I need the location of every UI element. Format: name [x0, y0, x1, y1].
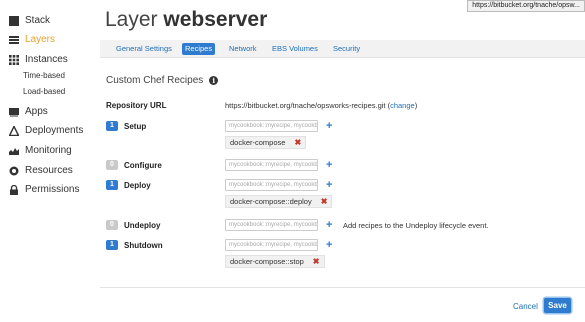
cancel-button[interactable]: Cancel	[513, 302, 538, 311]
sidebar-item-layers[interactable]: Layers	[8, 34, 55, 45]
save-button[interactable]: Save	[544, 298, 571, 313]
remove-recipe-icon[interactable]: ✖	[321, 195, 328, 208]
sidebar-item-label: Monitoring	[25, 145, 72, 156]
repository-url-close-paren: )	[414, 101, 418, 110]
sidebar-item-label: Resources	[25, 165, 73, 176]
tab-bar: General Settings Recipes Network EBS Vol…	[100, 40, 585, 58]
deploy-recipe-chip: docker-compose::deploy ✖	[225, 195, 333, 208]
layers-icon	[8, 34, 19, 45]
setup-recipe-chip: docker-compose ✖	[225, 136, 307, 149]
info-icon[interactable]: i	[209, 76, 219, 85]
chip-label: docker-compose::deploy	[230, 197, 312, 206]
setup-add-recipe-icon[interactable]: +	[326, 121, 332, 132]
tab-recipes[interactable]: Recipes	[182, 43, 216, 55]
setup-label: Setup	[124, 122, 147, 131]
undeploy-label: Undeploy	[124, 221, 161, 230]
section-title-text: Custom Chef Recipes	[106, 75, 204, 86]
configure-recipe-input[interactable]: mycookbook::myrecipe, mycookbook	[225, 159, 318, 171]
change-repo-link[interactable]: change	[390, 101, 415, 110]
sidebar-item-instances[interactable]: Instances	[8, 54, 68, 65]
tab-security[interactable]: Security	[330, 43, 363, 55]
undeploy-add-recipe-icon[interactable]: +	[326, 220, 332, 231]
monitoring-icon	[8, 145, 19, 156]
tab-general-settings[interactable]: General Settings	[113, 43, 175, 55]
deploy-label: Deploy	[124, 181, 151, 190]
permissions-icon	[8, 184, 19, 195]
sidebar: Stack Layers Instances Time-based Load-b…	[0, 0, 92, 322]
sidebar-item-stack[interactable]: Stack	[8, 15, 50, 26]
sidebar-item-label: Permissions	[25, 184, 80, 195]
sidebar-item-monitoring[interactable]: Monitoring	[8, 145, 72, 156]
deploy-recipe-input[interactable]: mycookbook::myrecipe, mycookbook	[225, 179, 318, 191]
section-title: Custom Chef Recipes i	[106, 75, 219, 86]
shutdown-add-recipe-icon[interactable]: +	[326, 240, 332, 251]
resources-icon	[8, 165, 19, 176]
url-tooltip: https://bitbucket.org/tnache/opsw...	[467, 0, 585, 12]
undeploy-recipe-input[interactable]: mycookbook::myrecipe, mycookbook	[225, 219, 318, 231]
tab-network[interactable]: Network	[226, 43, 260, 55]
page-title-prefix: Layer	[105, 8, 158, 31]
setup-recipe-input[interactable]: mycookbook::myrecipe, mycookbook	[225, 120, 318, 132]
sidebar-subitem-time-based[interactable]: Time-based	[23, 71, 65, 80]
sidebar-subitem-load-based[interactable]: Load-based	[23, 87, 65, 96]
repository-url-text: https://bitbucket.org/tnache/opsworks-re…	[225, 101, 386, 110]
shutdown-recipe-input[interactable]: mycookbook::myrecipe, mycookbook	[225, 239, 318, 251]
page-title-name: webserver	[163, 8, 268, 31]
configure-recipe-count-badge: 0	[106, 160, 118, 170]
configure-add-recipe-icon[interactable]: +	[326, 160, 332, 171]
sidebar-item-label: Instances	[25, 54, 68, 65]
chip-label: docker-compose::stop	[230, 257, 304, 266]
shutdown-recipe-count-badge: 1	[106, 240, 118, 250]
configure-label: Configure	[124, 161, 162, 170]
footer-divider	[100, 287, 585, 288]
sidebar-item-resources[interactable]: Resources	[8, 165, 73, 176]
shutdown-recipe-chip: docker-compose::stop ✖	[225, 255, 325, 268]
sidebar-item-deployments[interactable]: Deployments	[8, 125, 83, 136]
sidebar-item-label: Layers	[25, 34, 56, 45]
deploy-recipe-count-badge: 1	[106, 180, 118, 190]
repository-url-label: Repository URL	[106, 101, 167, 110]
sidebar-item-label: Deployments	[25, 125, 84, 136]
undeploy-hint: Add recipes to the Undeploy lifecycle ev…	[343, 221, 489, 230]
page-title: Layer webserver	[105, 8, 267, 32]
deployments-icon	[8, 125, 19, 136]
chip-label: docker-compose	[230, 138, 286, 147]
repository-url-value: https://bitbucket.org/tnache/opsworks-re…	[225, 101, 417, 110]
instances-icon	[8, 54, 19, 65]
setup-recipe-count-badge: 1	[106, 121, 118, 131]
sidebar-item-label: Apps	[25, 106, 48, 117]
sidebar-item-permissions[interactable]: Permissions	[8, 184, 79, 195]
stack-icon	[8, 15, 19, 26]
sidebar-item-apps[interactable]: Apps	[8, 106, 48, 117]
apps-icon	[8, 106, 19, 117]
remove-recipe-icon[interactable]: ✖	[294, 136, 301, 149]
deploy-add-recipe-icon[interactable]: +	[326, 180, 332, 191]
sidebar-item-label: Stack	[25, 15, 51, 26]
undeploy-recipe-count-badge: 0	[106, 220, 118, 230]
shutdown-label: Shutdown	[124, 241, 163, 250]
tab-ebs-volumes[interactable]: EBS Volumes	[269, 43, 321, 55]
remove-recipe-icon[interactable]: ✖	[313, 255, 320, 268]
